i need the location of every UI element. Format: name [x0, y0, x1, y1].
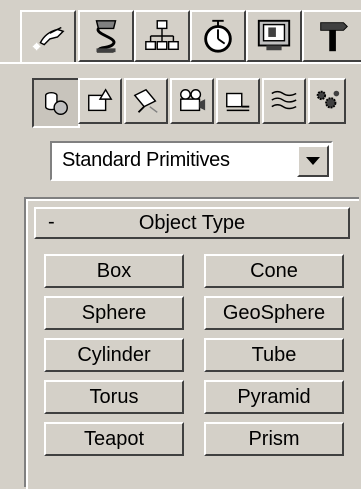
dropdown-value: Standard Primitives [62, 149, 230, 171]
hierarchy-tab[interactable] [134, 10, 190, 62]
lights-icon [133, 88, 158, 113]
tab-divider [0, 62, 361, 64]
torus-button[interactable]: Torus [44, 380, 184, 414]
create-tab[interactable] [20, 10, 76, 62]
systems-button[interactable] [308, 78, 346, 124]
motion-tab-icon [204, 19, 232, 53]
motion-tab[interactable] [190, 10, 246, 62]
helpers-button[interactable] [216, 78, 260, 124]
sphere-button[interactable]: Sphere [44, 296, 184, 330]
cameras-button[interactable] [170, 78, 214, 124]
utilities-tab-icon [319, 22, 348, 52]
helpers-icon [226, 92, 250, 112]
cone-button[interactable]: Cone [204, 254, 344, 288]
pyramid-button[interactable]: Pyramid [204, 380, 344, 414]
chevron-down-icon [306, 157, 320, 165]
geometry-button[interactable] [32, 78, 80, 128]
display-tab[interactable] [246, 10, 302, 62]
primitive-type-dropdown[interactable]: Standard Primitives [50, 141, 333, 181]
dropdown-arrow-button[interactable] [297, 145, 329, 177]
cylinder-button[interactable]: Cylinder [44, 338, 184, 372]
hierarchy-tab-icon [145, 20, 179, 51]
teapot-button[interactable]: Teapot [44, 422, 184, 456]
cameras-icon [180, 89, 206, 112]
prism-button[interactable]: Prism [204, 422, 344, 456]
command-panel-tabs [20, 10, 361, 62]
tube-button[interactable]: Tube [204, 338, 344, 372]
geometry-icon [44, 91, 68, 115]
rollout-title: Object Type [138, 212, 246, 234]
space-warps-button[interactable] [262, 78, 306, 124]
shapes-icon [88, 88, 113, 112]
rollout-header[interactable]: - Object Type [34, 207, 350, 239]
systems-icon [316, 90, 340, 109]
modify-tab[interactable] [78, 10, 134, 62]
lights-button[interactable] [124, 78, 168, 124]
box-button[interactable]: Box [44, 254, 184, 288]
modify-tab-icon [95, 20, 117, 53]
space-warps-icon [271, 90, 297, 110]
utilities-tab[interactable] [302, 10, 361, 62]
geosphere-button[interactable]: GeoSphere [204, 296, 344, 330]
shapes-button[interactable] [78, 78, 122, 124]
create-tab-icon [32, 26, 65, 51]
display-tab-icon [257, 19, 291, 51]
